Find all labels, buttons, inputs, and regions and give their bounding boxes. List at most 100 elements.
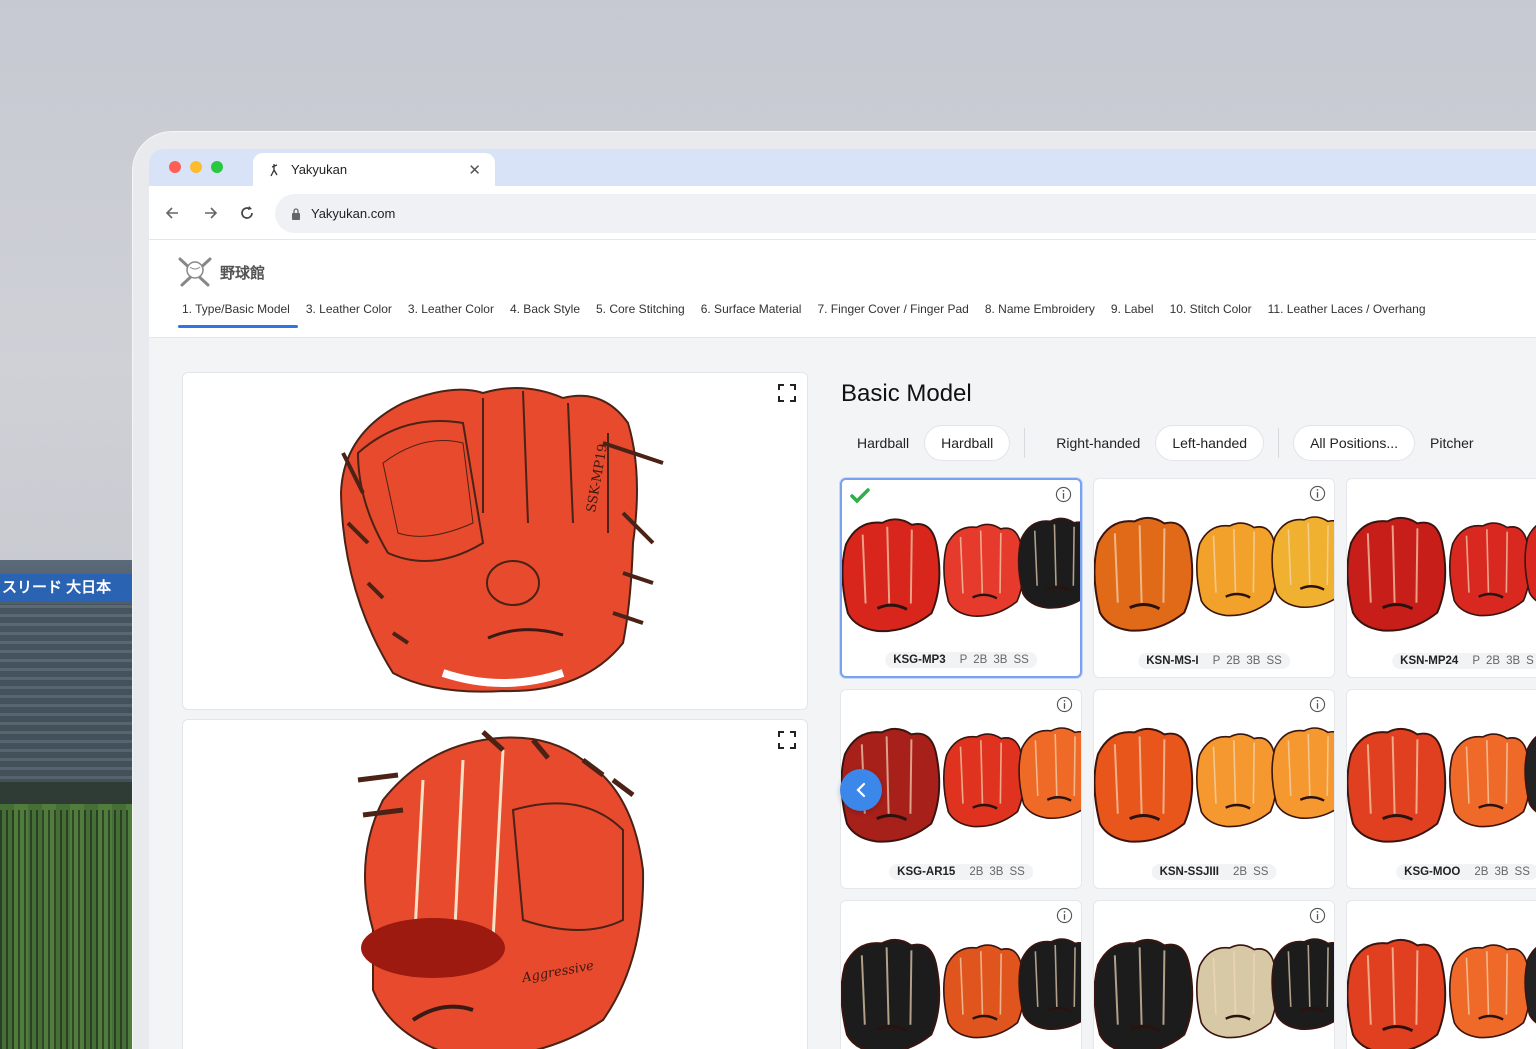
- address-bar-row: Yakyukan.com: [149, 186, 1536, 240]
- glove-preview-front: SSK-MP19: [182, 372, 808, 710]
- model-name: KSN-MP24: [1400, 655, 1459, 667]
- model-card[interactable]: KSG-MP3 P 2B 3B SS: [840, 478, 1082, 678]
- position-tag: P: [959, 654, 968, 666]
- step-tab-2[interactable]: 3. Leather Color: [302, 302, 404, 328]
- glove-front-image: SSK-MP19: [339, 387, 664, 693]
- position-tag: SS: [1013, 654, 1029, 666]
- filter-right-handed[interactable]: Right-handed: [1040, 426, 1156, 460]
- site-logo[interactable]: 野球館: [176, 255, 265, 289]
- model-label: KSN-SSJIII 2B SS: [1151, 864, 1277, 880]
- info-icon[interactable]: [1055, 486, 1072, 503]
- glove-thumbnail: [1347, 727, 1536, 843]
- url-text: Yakyukan.com: [311, 206, 396, 221]
- glove-thumbnail: [842, 517, 1080, 633]
- info-icon[interactable]: [1056, 907, 1073, 924]
- glove-thumbnail: [1094, 516, 1334, 632]
- model-label: KSG-MOO 2B 3B SS: [1396, 864, 1536, 880]
- position-tag: 3B: [989, 866, 1004, 878]
- model-name: KSG-MP3: [893, 654, 946, 666]
- stadium-wall: [0, 782, 150, 804]
- step-tab-1[interactable]: 1. Type/Basic Model: [178, 302, 302, 328]
- model-label: KSG-MP3 P 2B 3B SS: [885, 652, 1037, 668]
- stadium-stands: [0, 604, 150, 794]
- filter-bar: Hardball Hardball Right-handed Left-hand…: [841, 426, 1490, 460]
- logo-text: 野球館: [220, 263, 266, 282]
- main-content: SSK-MP19 Aggressive Basic Model Hardball…: [149, 338, 1536, 1049]
- model-name: KSG-AR15: [897, 866, 956, 878]
- info-icon[interactable]: [1309, 696, 1326, 713]
- close-window-button[interactable]: [169, 161, 181, 173]
- step-tab-6[interactable]: 6. Surface Material: [697, 302, 814, 328]
- filter-hardball-1[interactable]: Hardball: [841, 426, 925, 460]
- stadium-background: スリード 大日本: [0, 560, 150, 1049]
- position-tag: 3B: [993, 654, 1008, 666]
- browser-tab[interactable]: Yakyukan ✕: [253, 153, 495, 186]
- step-tab-11[interactable]: 11. Leather Laces / Overhang: [1264, 302, 1438, 328]
- maximize-window-button[interactable]: [211, 161, 223, 173]
- step-tab-4[interactable]: 4. Back Style: [506, 302, 592, 328]
- model-card[interactable]: [1093, 900, 1335, 1049]
- tab-title: Yakyukan: [291, 162, 348, 177]
- position-tag: 2B: [1474, 866, 1489, 878]
- glove-thumbnail: [1347, 938, 1536, 1049]
- position-tag: 2B: [973, 654, 988, 666]
- model-card[interactable]: KSN-MS-I P 2B 3B SS: [1093, 478, 1335, 678]
- fullscreen-icon[interactable]: [777, 383, 797, 403]
- info-icon[interactable]: [1309, 485, 1326, 502]
- step-tab-5[interactable]: 5. Core Stitching: [592, 302, 697, 328]
- stadium-net: [0, 810, 130, 1049]
- model-card[interactable]: [840, 900, 1082, 1049]
- model-card[interactable]: KSN-SSJIII 2B SS: [1093, 689, 1335, 889]
- fullscreen-icon[interactable]: [777, 730, 797, 750]
- step-tab-7[interactable]: 7. Finger Cover / Finger Pad: [813, 302, 980, 328]
- checkmark-icon: [850, 488, 870, 504]
- glove-thumbnail: [1347, 516, 1536, 632]
- site-header: 野球館 1. Type/Basic Model 3. Leather Color 3…: [149, 240, 1536, 338]
- step-tab-8[interactable]: 8. Name Embroidery: [981, 302, 1107, 328]
- url-bar[interactable]: Yakyukan.com: [275, 194, 1536, 233]
- minimize-window-button[interactable]: [190, 161, 202, 173]
- tab-strip: Yakyukan ✕: [149, 149, 1536, 186]
- position-tag: 3B: [1246, 655, 1261, 667]
- position-tag: 3B: [1506, 655, 1521, 667]
- position-tag: P: [1472, 655, 1480, 667]
- filter-hardball-2[interactable]: Hardball: [925, 426, 1010, 460]
- position-tag: SS: [1266, 655, 1282, 667]
- position-tag: 2B: [1226, 655, 1241, 667]
- glove-preview-back: Aggressive: [182, 719, 808, 1049]
- model-name: KSN-MS-I: [1146, 655, 1199, 667]
- model-card[interactable]: [1346, 900, 1536, 1049]
- model-name: KSG-MOO: [1404, 866, 1461, 878]
- position-tag: SS: [1514, 866, 1530, 878]
- step-tab-3[interactable]: 3. Leather Color: [404, 302, 506, 328]
- filter-left-handed[interactable]: Left-handed: [1156, 426, 1264, 460]
- stadium-banner: スリード 大日本: [0, 574, 150, 602]
- position-tag: S: [1526, 655, 1534, 667]
- step-navigation: 1. Type/Basic Model 3. Leather Color 3. Le…: [178, 302, 1438, 328]
- glove-thumbnail: [1094, 938, 1334, 1049]
- previous-button[interactable]: [840, 769, 882, 811]
- panel-title: Basic Model: [841, 380, 972, 407]
- model-label: KSG-AR15 2B 3B SS: [889, 864, 1033, 880]
- forward-arrow-icon[interactable]: [200, 203, 220, 223]
- step-tab-9[interactable]: 9. Label: [1107, 302, 1166, 328]
- step-tab-10[interactable]: 10. Stitch Color: [1166, 302, 1264, 328]
- info-icon[interactable]: [1056, 696, 1073, 713]
- filter-divider: [1278, 428, 1280, 458]
- position-tag: 2B: [969, 866, 984, 878]
- glove-back-image: Aggressive: [357, 730, 645, 1049]
- info-icon[interactable]: [1309, 907, 1326, 924]
- position-tag: SS: [1009, 866, 1025, 878]
- filter-pitcher[interactable]: Pitcher: [1414, 426, 1490, 460]
- close-tab-icon[interactable]: ✕: [468, 161, 481, 179]
- browser-window: Yakyukan ✕ Yakyukan.com 野球館 1. Type/Basi…: [149, 149, 1536, 1049]
- model-name: KSN-SSJIII: [1159, 866, 1220, 878]
- model-card[interactable]: KSN-MP24 P 2B 3B S: [1346, 478, 1536, 678]
- position-tag: SS: [1253, 866, 1269, 878]
- reload-icon[interactable]: [237, 203, 257, 223]
- window-controls: [169, 161, 223, 173]
- filter-all-positions[interactable]: All Positions...: [1294, 426, 1415, 460]
- glove-thumbnail: [841, 938, 1081, 1049]
- model-card[interactable]: KSG-MOO 2B 3B SS: [1346, 689, 1536, 889]
- back-arrow-icon[interactable]: [163, 203, 183, 223]
